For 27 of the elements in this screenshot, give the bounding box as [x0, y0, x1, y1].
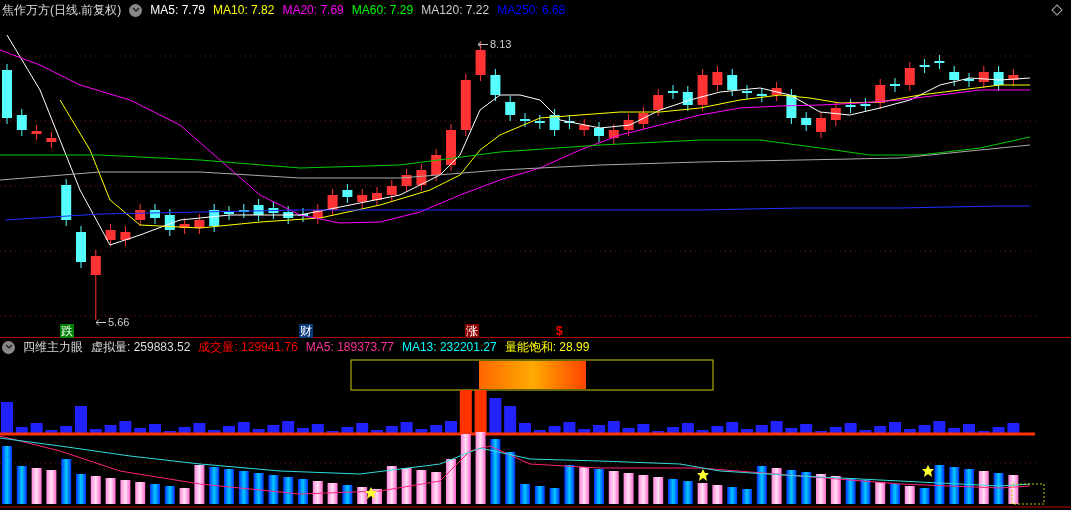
- indicator-name: 四维主力眼: [23, 339, 83, 356]
- signal-marker: 跌: [60, 324, 74, 338]
- moving-average-label: MA5: 7.79: [150, 2, 206, 19]
- price-annotation: 5.66: [108, 316, 130, 329]
- indicator-value: 虚拟量: 259883.52: [91, 339, 191, 356]
- indicator-value: MA13: 232201.27: [401, 339, 497, 356]
- moving-average-label: MA120: 7.22: [421, 2, 490, 19]
- indicator-value: 量能饱和: 28.99: [504, 339, 590, 356]
- moving-average-label: MA60: 7.29: [351, 2, 414, 19]
- signal-marker: 涨: [465, 324, 479, 338]
- moving-average-label: MA20: 7.69: [282, 2, 344, 19]
- chart-title: 焦作万方(日线.前复权): [1, 2, 122, 19]
- moving-average-label: MA10: 7.82: [213, 2, 275, 19]
- indicator-value: 成交量: 129941.76: [198, 339, 298, 356]
- dropdown-icon[interactable]: [129, 3, 143, 17]
- arrow-icon: [96, 319, 106, 326]
- signal-marker: 财: [299, 324, 313, 338]
- star-icon: [697, 469, 709, 481]
- moving-average-label: MA250: 6.68: [497, 2, 566, 19]
- arrow-icon: [478, 41, 488, 48]
- star-icon: [922, 465, 934, 477]
- price-annotation: 8.13: [490, 38, 512, 51]
- dotted-frame: [1011, 483, 1045, 505]
- signal-marker: $: [556, 324, 563, 338]
- indicator-value: MA5: 189373.77: [305, 339, 394, 356]
- star-icon: [365, 487, 377, 499]
- dropdown-icon[interactable]: [2, 340, 15, 354]
